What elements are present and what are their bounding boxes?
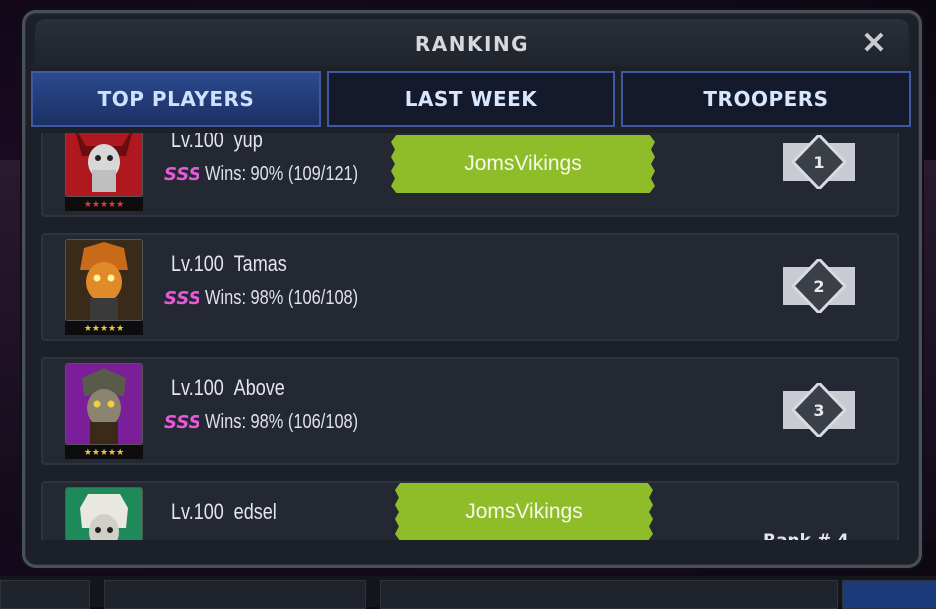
player-level-name: Lv.100 yup	[171, 133, 273, 153]
star-rating: ★★★★★	[65, 445, 143, 459]
guild-banner[interactable]: JomsVikings	[391, 135, 655, 193]
player-wins: Wins: 98% (106/108)	[205, 287, 359, 309]
rank-badge: 2	[783, 259, 855, 313]
player-level-name: Lv.100 Above	[171, 375, 295, 401]
player-level: Lv.100	[171, 251, 224, 276]
player-name: yup	[233, 133, 263, 152]
svg-text:SSS: SSS	[164, 288, 199, 309]
player-row[interactable]: Lv.100 edsel JomsVikings Rank # 4	[41, 481, 899, 540]
player-row[interactable]: ★★★★★ Lv.100 Tamas SSS Wins: 98% (106/108…	[41, 233, 899, 341]
player-row[interactable]: ★★★★★ Lv.100 yup SSS Wins: 90% (109/121) …	[41, 133, 899, 217]
background-bottom-bar	[0, 576, 936, 609]
svg-text:SSS: SSS	[164, 164, 199, 185]
avatar-portrait	[66, 133, 142, 196]
player-avatar	[65, 133, 143, 197]
guild-banner[interactable]: JomsVikings	[395, 483, 653, 540]
rank-number: 3	[813, 401, 824, 420]
player-name: Above	[233, 375, 285, 400]
player-wins: Wins: 98% (106/108)	[205, 411, 359, 433]
avatar-portrait	[66, 240, 142, 320]
player-avatar	[65, 363, 143, 445]
tab-top-players[interactable]: TOP PLAYERS	[31, 71, 321, 127]
star-rating: ★★★★★	[65, 197, 143, 211]
player-level: Lv.100	[171, 499, 224, 524]
dialog-title: RANKING	[414, 32, 530, 56]
player-row[interactable]: ★★★★★ Lv.100 Above SSS Wins: 98% (106/108…	[41, 357, 899, 465]
sss-tier-icon: SSS	[164, 164, 199, 185]
rank-badge: 3	[783, 383, 855, 437]
tab-last-week[interactable]: LAST WEEK	[327, 71, 615, 127]
rank-number: 2	[813, 277, 824, 296]
dialog-title-bar: RANKING ✕	[35, 19, 909, 67]
player-name: edsel	[233, 499, 277, 524]
player-level: Lv.100	[171, 133, 224, 152]
player-avatar	[65, 487, 143, 540]
avatar-portrait	[66, 364, 142, 444]
rank-number: 1	[813, 153, 824, 172]
player-level: Lv.100	[171, 375, 224, 400]
player-name: Tamas	[233, 251, 287, 276]
avatar-portrait	[66, 488, 142, 540]
star-rating: ★★★★★	[65, 321, 143, 335]
rank-badge: 1	[783, 135, 855, 189]
ranking-dialog: RANKING ✕ TOP PLAYERS LAST WEEK TROOPERS…	[22, 10, 922, 568]
player-level-name: Lv.100 edsel	[171, 499, 287, 525]
player-avatar	[65, 239, 143, 321]
sss-tier-icon: SSS	[164, 412, 199, 433]
tab-bar: TOP PLAYERS LAST WEEK TROOPERS	[31, 71, 913, 127]
sss-tier-icon: SSS	[164, 288, 199, 309]
player-level-name: Lv.100 Tamas	[171, 251, 297, 277]
svg-text:SSS: SSS	[164, 412, 199, 433]
tab-troopers[interactable]: TROOPERS	[621, 71, 911, 127]
rank-text: Rank # 4	[763, 531, 849, 540]
player-wins: Wins: 90% (109/121)	[205, 163, 359, 185]
close-icon[interactable]: ✕	[861, 29, 887, 59]
player-ranking-list[interactable]: ★★★★★ Lv.100 yup SSS Wins: 90% (109/121) …	[35, 133, 913, 540]
